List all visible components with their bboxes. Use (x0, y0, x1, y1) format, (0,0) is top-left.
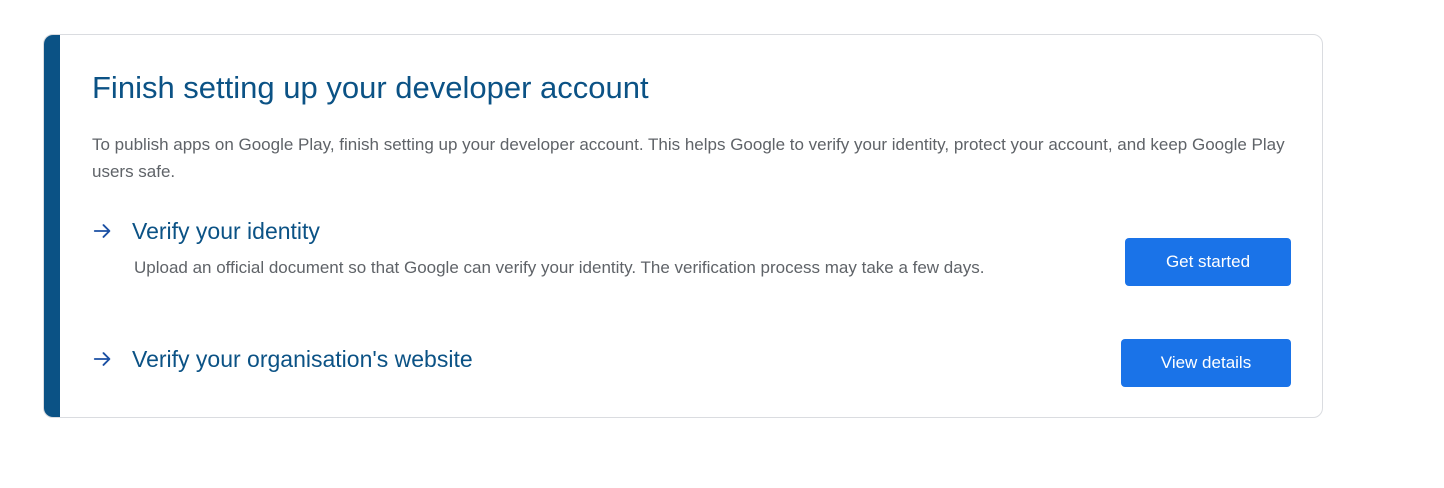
card-intro-text: To publish apps on Google Play, finish s… (92, 135, 1285, 181)
view-details-button[interactable]: View details (1121, 339, 1291, 387)
arrow-right-icon (93, 352, 111, 366)
task-description: Upload an official document so that Goog… (134, 258, 985, 277)
card-accent-bar (44, 35, 60, 417)
card-title: Finish setting up your developer account (92, 70, 649, 105)
setup-card: Finish setting up your developer account… (43, 34, 1323, 418)
get-started-button[interactable]: Get started (1125, 238, 1291, 286)
arrow-right-icon (93, 224, 111, 238)
task-title: Verify your identity (132, 218, 320, 244)
task-title: Verify your organisation's website (132, 346, 473, 372)
